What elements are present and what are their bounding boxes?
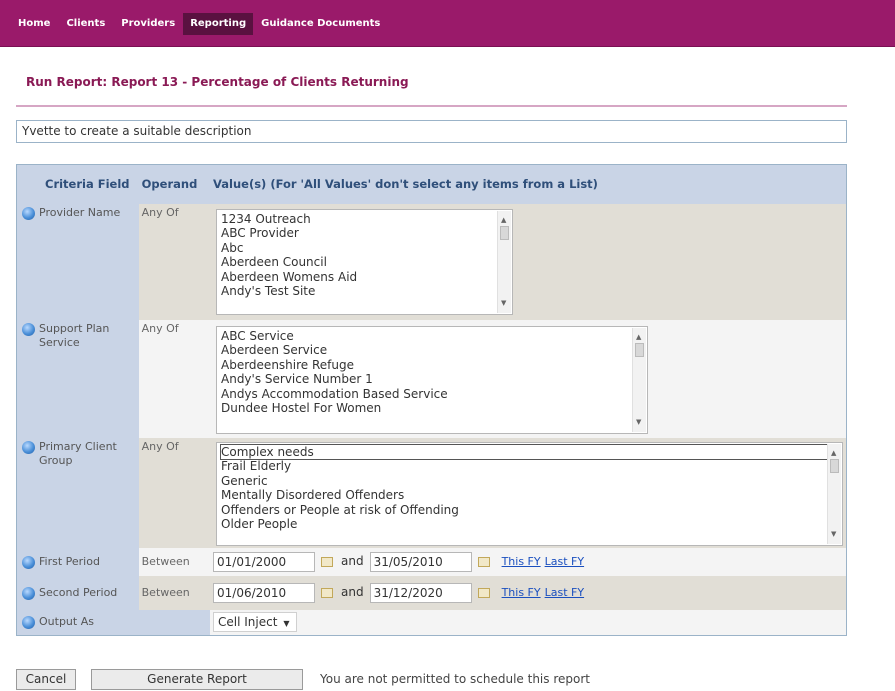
list-item[interactable]: Aberdeen Womens Aid [221,270,508,285]
header-operand: Operand [138,164,210,204]
support-plan-service-row: Support Plan Service Any Of ABC Service … [16,319,847,438]
first-period-operand: Between [138,547,210,576]
list-item[interactable]: Offenders or People at risk of Offending [221,503,838,518]
list-item[interactable]: Frail Elderly [221,459,838,474]
second-period-label: Second Period [39,585,118,599]
list-item[interactable]: ABC Provider [221,226,508,241]
this-fy-link[interactable]: This FY [502,555,541,568]
top-nav-bar: Home Clients Providers Reporting Guidanc… [0,0,895,47]
list-item[interactable]: Mentally Disordered Offenders [221,488,838,503]
calendar-icon[interactable] [321,556,333,567]
primary-client-group-label: Primary Client Group [39,439,117,467]
output-as-value: Cell Inject [218,615,278,630]
list-item[interactable]: Aberdeen Service [221,343,643,358]
list-item[interactable]: Dundee Hostel For Women [221,401,643,416]
calendar-icon[interactable] [477,556,490,567]
first-period-row: First Period Between 01/01/2000 and 31/05/… [16,547,847,576]
scrollbar[interactable]: ▲ ▼ [632,327,646,432]
list-item[interactable]: Complex needs [220,443,839,460]
cancel-button[interactable]: Cancel [16,669,76,690]
provider-name-label: Provider Name [39,205,121,219]
last-fy-link[interactable]: Last FY [545,586,584,599]
nav-clients[interactable]: Clients [58,17,113,47]
info-icon[interactable] [22,440,35,454]
and-label: and [341,584,364,599]
generate-report-button[interactable]: Generate Report [91,669,303,690]
second-period-operand: Between [138,575,210,610]
support-plan-service-listbox[interactable]: ABC Service Aberdeen Service Aberdeenshi… [216,325,648,434]
second-period-to-date[interactable]: 31/12/2020 [369,582,472,603]
output-as-select[interactable]: Cell Inject ▼ [213,612,297,633]
criteria-header-row: Criteria Field Operand Value(s) (For 'Al… [16,164,847,204]
info-icon[interactable] [22,206,35,220]
nav-reporting[interactable]: Reporting [183,13,254,35]
list-item[interactable]: Generic [221,474,838,489]
scrollbar[interactable]: ▲ ▼ [827,443,841,544]
title-divider [16,105,847,107]
and-label: and [341,553,364,568]
first-period-to-date[interactable]: 31/05/2010 [369,551,472,572]
criteria-table: Criteria Field Operand Value(s) (For 'Al… [16,164,847,636]
list-item[interactable]: Andy's Service Number 1 [221,372,643,387]
list-item[interactable]: Aberdeenshire Refuge [221,358,643,373]
primary-client-group-row: Primary Client Group Any Of Complex need… [16,437,847,548]
primary-client-group-operand: Any Of [138,437,210,548]
list-item[interactable]: 1234 Outreach [221,212,508,227]
first-period-from-date[interactable]: 01/01/2000 [213,551,315,572]
info-icon[interactable] [22,616,35,630]
list-item[interactable]: Abc [221,241,508,256]
this-fy-link[interactable]: This FY [502,586,541,599]
schedule-note: You are not permitted to schedule this r… [320,672,590,686]
output-as-label: Output As [39,615,94,629]
primary-client-group-listbox[interactable]: Complex needs Frail Elderly Generic Ment… [216,441,843,546]
output-as-row: Output As Cell Inject ▼ [16,609,847,636]
list-item[interactable]: Andys Accommodation Based Service [221,387,643,402]
support-plan-service-operand: Any Of [138,319,210,438]
calendar-icon[interactable] [321,587,333,598]
chevron-down-icon: ▼ [283,619,290,629]
provider-name-listbox[interactable]: 1234 Outreach ABC Provider Abc Aberdeen … [216,208,513,315]
provider-name-operand: Any Of [138,203,210,320]
page-title: Run Report: Report 13 - Percentage of Cl… [26,75,409,89]
list-item[interactable]: ABC Service [221,329,643,344]
last-fy-link[interactable]: Last FY [545,555,584,568]
support-plan-service-label: Support Plan Service [39,321,110,349]
calendar-icon[interactable] [477,587,490,598]
nav-providers[interactable]: Providers [113,17,183,47]
info-icon[interactable] [22,586,35,600]
header-criteria-field: Criteria Field [16,164,139,204]
info-icon[interactable] [22,322,35,336]
nav-guidance-documents[interactable]: Guidance Documents [253,17,388,47]
list-item[interactable]: Older People [221,517,838,532]
header-values: Value(s) (For 'All Values' don't select … [210,164,847,204]
list-item[interactable]: Andy's Test Site [221,284,508,299]
second-period-row: Second Period Between 01/06/2010 and 31/12… [16,575,847,610]
first-period-label: First Period [39,554,100,568]
scrollbar[interactable]: ▲ ▼ [497,210,511,313]
info-icon[interactable] [22,555,35,569]
provider-name-row: Provider Name Any Of 1234 Outreach ABC P… [16,203,847,320]
report-description: Yvette to create a suitable description [16,120,847,143]
nav-home[interactable]: Home [10,17,58,47]
second-period-from-date[interactable]: 01/06/2010 [213,582,315,603]
list-item[interactable]: Aberdeen Council [221,255,508,270]
